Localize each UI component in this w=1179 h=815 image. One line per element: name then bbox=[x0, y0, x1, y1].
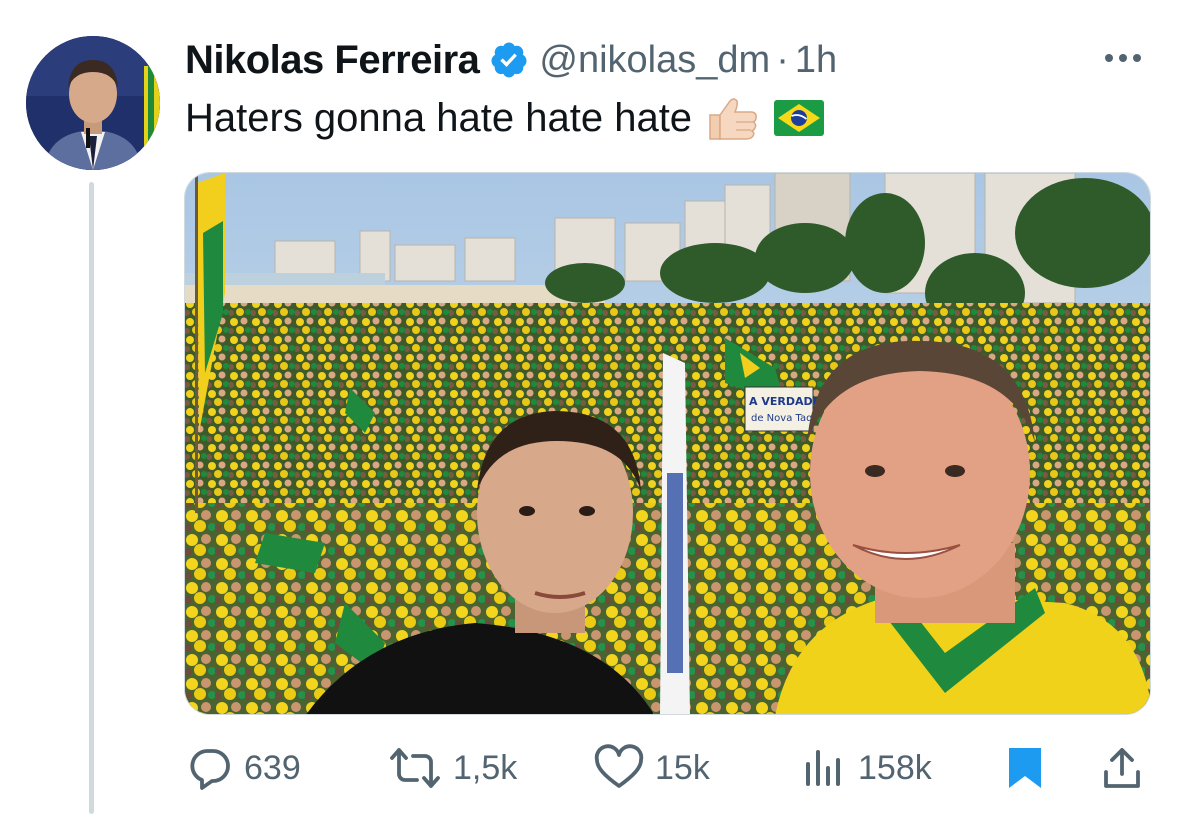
brazil-flag-icon bbox=[774, 100, 825, 136]
tweet-text: Haters gonna hate hate hate bbox=[185, 92, 825, 144]
author-handle[interactable]: @nikolas_dm bbox=[539, 39, 770, 82]
view-count: 158k bbox=[858, 748, 932, 787]
separator-dot: · bbox=[776, 38, 789, 81]
like-count: 15k bbox=[655, 748, 710, 787]
more-options-button[interactable] bbox=[1097, 44, 1149, 72]
bookmark-button[interactable] bbox=[1003, 740, 1057, 796]
author-avatar[interactable] bbox=[26, 36, 160, 170]
reply-icon bbox=[190, 749, 230, 790]
retweet-button[interactable]: 1,5k bbox=[387, 740, 517, 796]
more-dot-icon bbox=[1119, 54, 1127, 62]
avatar-image bbox=[26, 36, 160, 170]
tweet-body: Haters gonna hate hate hate bbox=[185, 95, 693, 140]
bookmark-icon bbox=[1009, 748, 1041, 788]
more-dot-icon bbox=[1133, 54, 1141, 62]
tweet-actions-bar: 639 1,5k 15k 158k bbox=[0, 740, 1179, 796]
share-button[interactable] bbox=[1100, 740, 1154, 796]
thread-line bbox=[89, 182, 94, 814]
reply-count: 639 bbox=[244, 748, 301, 787]
like-button[interactable]: 15k bbox=[593, 740, 710, 796]
more-dot-icon bbox=[1105, 54, 1113, 62]
heart-icon bbox=[594, 744, 644, 788]
thumbs-up-icon bbox=[709, 98, 757, 140]
share-icon bbox=[1104, 748, 1140, 788]
verified-badge-icon bbox=[491, 42, 527, 78]
retweet-icon bbox=[390, 748, 440, 788]
tweet-photo[interactable]: A VERDADEIRA de Nova Taq bbox=[184, 172, 1151, 715]
post-time[interactable]: 1h bbox=[795, 39, 837, 82]
retweet-count: 1,5k bbox=[453, 748, 518, 787]
rally-selfie-image: A VERDADEIRA de Nova Taq bbox=[185, 173, 1150, 714]
tweet-header: Nikolas Ferreira @nikolas_dm · 1h bbox=[185, 34, 837, 86]
display-name[interactable]: Nikolas Ferreira bbox=[185, 38, 480, 83]
views-button[interactable]: 158k bbox=[800, 740, 932, 796]
reply-button[interactable]: 639 bbox=[186, 740, 301, 796]
views-chart-icon bbox=[806, 750, 840, 786]
sign-text-2: de Nova Taq bbox=[751, 413, 812, 424]
